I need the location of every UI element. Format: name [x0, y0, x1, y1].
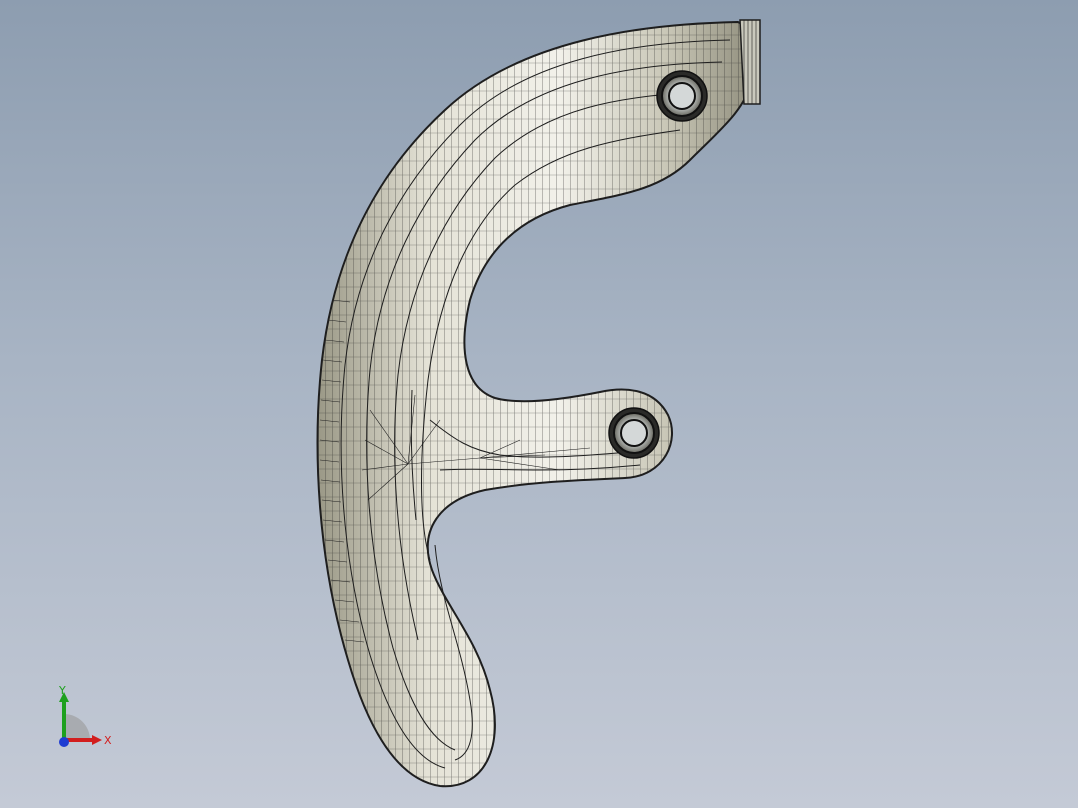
end-tab — [739, 19, 761, 105]
coordinate-triad: Y X — [58, 684, 112, 747]
3d-part-model[interactable] — [0, 0, 1078, 808]
graphics-viewport[interactable]: Y X — [0, 0, 1078, 808]
triad-quadrant — [64, 714, 90, 740]
y-axis-label: Y — [58, 684, 66, 697]
middle-mount-hole — [608, 407, 660, 459]
x-axis-label: X — [104, 734, 112, 747]
upper-mount-hole — [656, 70, 708, 122]
z-axis-dot — [59, 737, 69, 747]
